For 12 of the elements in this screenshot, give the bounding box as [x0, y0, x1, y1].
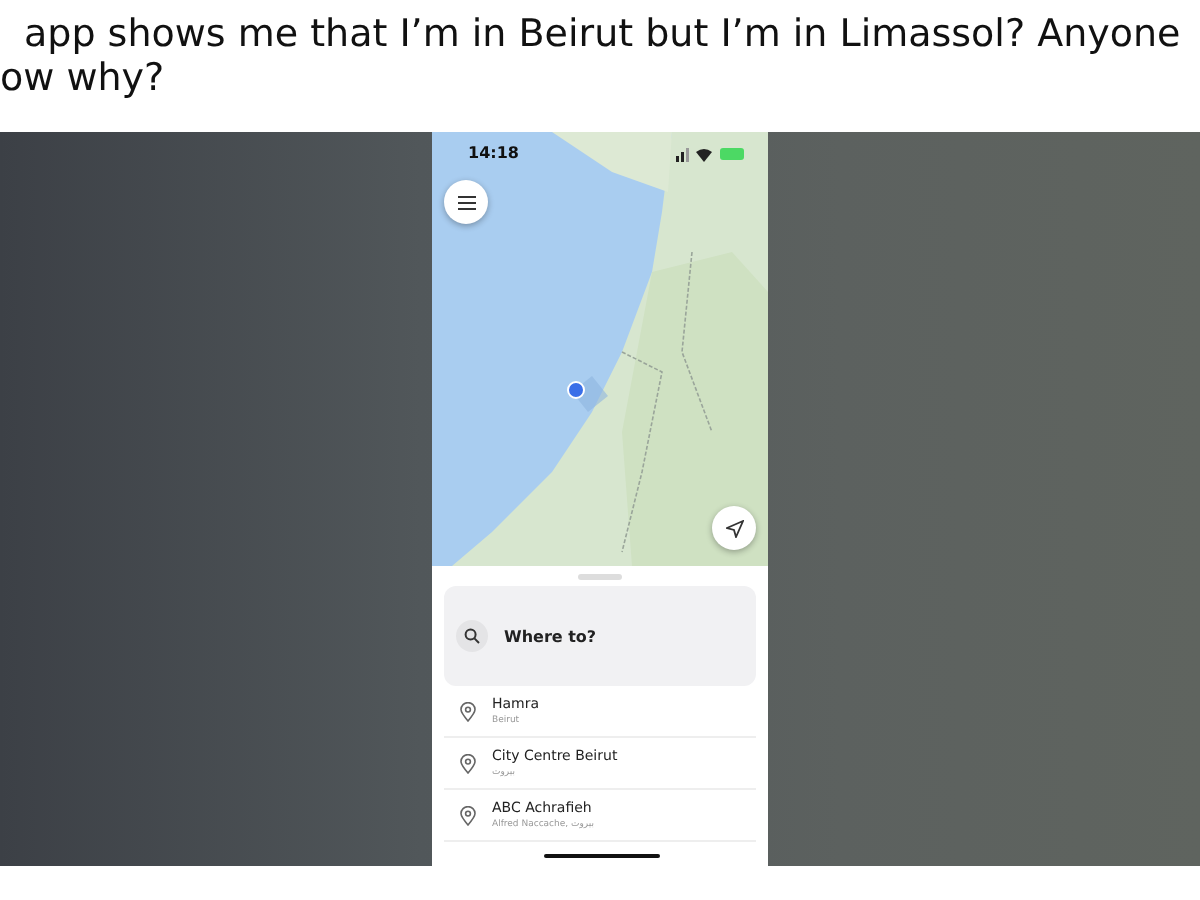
location-pin-icon: [460, 753, 476, 773]
location-pin-icon: [460, 805, 476, 825]
search-field[interactable]: Where to?: [444, 586, 756, 686]
post-text: app shows me that I’m in Beirut but I’m in Limassol? Anyone: [22, 12, 1183, 56]
navigation-arrow-icon: [725, 519, 743, 537]
post-text: ow why?: [0, 56, 167, 100]
home-indicator: [544, 854, 660, 858]
status-icons: [676, 145, 744, 161]
search-icon: [464, 628, 480, 644]
location-pin-icon: [460, 701, 476, 721]
menu-icon: [457, 195, 475, 209]
status-time: 14:18: [468, 144, 519, 162]
